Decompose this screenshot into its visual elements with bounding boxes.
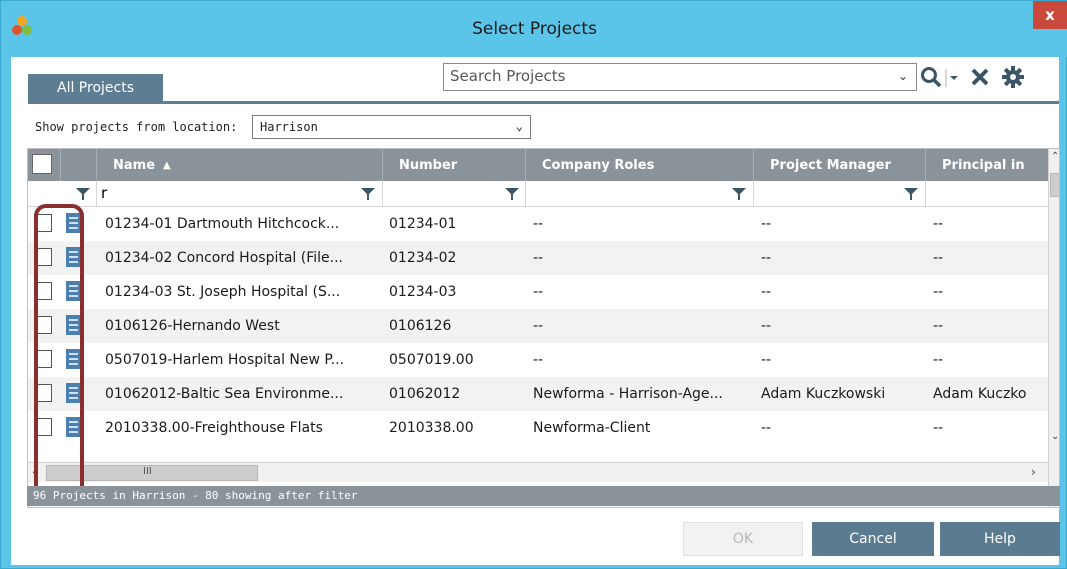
search-icon[interactable] — [919, 65, 943, 89]
icon-column-header — [61, 149, 97, 181]
cell-number: 0106126 — [389, 318, 452, 334]
window-title: Select Projects — [472, 19, 597, 39]
gear-icon[interactable] — [1001, 65, 1025, 89]
cell-project-manager: -- — [761, 216, 772, 232]
cell-company-roles: -- — [533, 318, 544, 334]
table-row[interactable]: 0106126-Hernando West 0106126 -- -- -- — [28, 309, 1048, 343]
column-header-name[interactable]: Name ▲ — [97, 149, 383, 181]
cell-principal: -- — [933, 318, 944, 334]
filter-icon[interactable] — [732, 187, 746, 201]
select-all-checkbox[interactable] — [32, 154, 52, 174]
location-select[interactable]: Harrison ⌄ — [252, 115, 531, 139]
cell-principal: -- — [933, 250, 944, 266]
dialog-content: All Projects Search Projects ⌄ Show proj… — [11, 57, 1060, 565]
search-placeholder: Search Projects — [450, 67, 566, 85]
filter-cell-name[interactable]: r — [97, 181, 383, 207]
tab-all-projects[interactable]: All Projects — [28, 74, 163, 101]
cell-principal: -- — [933, 216, 944, 232]
filter-cell-number[interactable] — [383, 181, 526, 207]
table-row[interactable]: 01062012-Baltic Sea Environme... 01062012… — [28, 377, 1048, 411]
title-bar: Select Projects x — [1, 1, 1067, 57]
cell-number: 01234-02 — [389, 250, 457, 266]
table-row[interactable]: 01234-03 St. Joseph Hospital (S... 01234-… — [28, 275, 1048, 309]
cell-name: 2010338.00-Freighthouse Flats — [105, 420, 323, 436]
grid-header: Name ▲ Number Company Roles Project Mana… — [28, 149, 1048, 181]
cell-number: 01234-03 — [389, 284, 457, 300]
cell-company-roles: -- — [533, 352, 544, 368]
cell-project-manager: -- — [761, 420, 772, 436]
scroll-grip: III — [143, 466, 152, 477]
cell-name: 01234-01 Dartmouth Hitchcock... — [105, 216, 340, 232]
column-name-label: Name — [113, 157, 156, 173]
cell-name: 0106126-Hernando West — [105, 318, 280, 334]
cell-number: 01234-01 — [389, 216, 457, 232]
filter-icon[interactable] — [76, 187, 90, 201]
column-header-number[interactable]: Number — [383, 149, 526, 181]
cell-project-manager: -- — [761, 250, 772, 266]
filter-cell-principal[interactable] — [926, 181, 1048, 207]
cell-company-roles: Newforma-Client — [533, 420, 651, 436]
chevron-down-icon[interactable]: ⌄ — [898, 69, 908, 83]
cell-number: 01062012 — [389, 386, 461, 402]
vertical-scrollbar[interactable]: ⌃ ⌄ — [1048, 149, 1059, 507]
table-row[interactable]: 2010338.00-Freighthouse Flats 2010338.00 N… — [28, 411, 1048, 445]
search-input[interactable]: Search Projects ⌄ — [443, 63, 917, 91]
cell-number: 0507019.00 — [389, 352, 474, 368]
cell-principal: -- — [933, 284, 944, 300]
select-all-column — [28, 149, 61, 181]
cell-name: 0507019-Harlem Hospital New P... — [105, 352, 345, 368]
cell-number: 2010338.00 — [389, 420, 474, 436]
cell-name: 01234-03 St. Joseph Hospital (S... — [105, 284, 341, 300]
cell-principal: -- — [933, 420, 944, 436]
cell-principal: Adam Kuczko — [933, 386, 1027, 402]
location-label: Show projects from location: — [35, 120, 238, 134]
help-button[interactable]: Help — [940, 522, 1060, 556]
location-value: Harrison — [260, 120, 318, 134]
cancel-button[interactable]: Cancel — [812, 522, 934, 556]
tab-bar: All Projects Search Projects ⌄ — [11, 57, 1059, 104]
tab-underline — [28, 101, 1059, 104]
cell-project-manager: -- — [761, 318, 772, 334]
cell-project-manager: Adam Kuczkowski — [761, 386, 886, 402]
cell-name: 01062012-Baltic Sea Environme... — [105, 386, 344, 402]
table-row[interactable]: 01234-02 Concord Hospital (File... 01234-… — [28, 241, 1048, 275]
scroll-up-icon[interactable]: ⌃ — [1051, 151, 1059, 162]
cell-principal: -- — [933, 352, 944, 368]
scroll-right-icon[interactable]: › — [1031, 465, 1036, 479]
projects-grid: Name ▲ Number Company Roles Project Mana… — [27, 148, 1060, 508]
filter-cell-roles[interactable] — [526, 181, 754, 207]
clear-icon[interactable] — [968, 65, 992, 89]
filter-icon[interactable] — [361, 187, 375, 201]
filter-cell-manager[interactable] — [754, 181, 926, 207]
ok-button[interactable]: OK — [683, 522, 803, 556]
cell-company-roles: -- — [533, 284, 544, 300]
checkbox-highlight-annotation — [34, 204, 84, 506]
caret-down-icon[interactable] — [945, 65, 961, 89]
filter-row: r — [28, 181, 1048, 207]
table-row[interactable]: 0507019-Harlem Hospital New P... 0507019.… — [28, 343, 1048, 377]
cell-company-roles: -- — [533, 216, 544, 232]
cell-company-roles: -- — [533, 250, 544, 266]
chevron-down-icon[interactable]: ⌄ — [516, 119, 523, 133]
filter-icon[interactable] — [505, 187, 519, 201]
table-row[interactable]: 01234-01 Dartmouth Hitchcock... 01234-01 -… — [28, 207, 1048, 241]
column-header-principal[interactable]: Principal in — [926, 149, 1048, 181]
horizontal-scrollbar[interactable]: ‹ III › — [28, 462, 1048, 482]
vertical-scroll-thumb[interactable] — [1050, 173, 1059, 197]
scroll-down-icon[interactable]: ⌄ — [1051, 431, 1059, 442]
cell-project-manager: -- — [761, 352, 772, 368]
cell-project-manager: -- — [761, 284, 772, 300]
cell-name: 01234-02 Concord Hospital (File... — [105, 250, 343, 266]
close-button[interactable]: x — [1033, 1, 1067, 29]
column-header-company-roles[interactable]: Company Roles — [526, 149, 754, 181]
column-header-project-manager[interactable]: Project Manager — [754, 149, 926, 181]
filter-icon[interactable] — [904, 187, 918, 201]
status-bar: 96 Projects in Harrison - 80 showing aft… — [27, 486, 1060, 506]
name-filter-input[interactable]: r — [101, 184, 107, 202]
cell-company-roles: Newforma - Harrison-Age... — [533, 386, 723, 402]
select-projects-window: Select Projects x All Projects Search Pr… — [0, 0, 1067, 569]
sort-ascending-icon: ▲ — [163, 159, 171, 171]
